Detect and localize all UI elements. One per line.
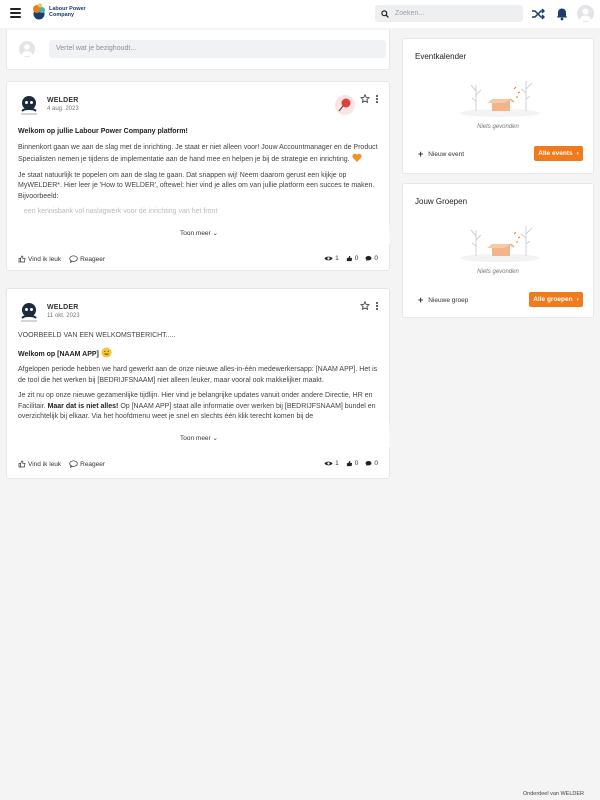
logo-text: Labour Power Company <box>49 6 86 18</box>
empty-box-illustration <box>460 81 540 117</box>
show-more-label: Toon meer <box>180 230 211 237</box>
chevron-down-icon: ⌄ <box>212 230 218 237</box>
thumbs-up-filled-icon <box>346 255 352 262</box>
comment-icon <box>69 460 78 468</box>
thumbs-up-icon <box>18 255 26 263</box>
company-logo[interactable]: Labour Power Company <box>32 3 89 21</box>
reply-button[interactable]: Reageer <box>69 460 105 468</box>
new-event-button[interactable]: + Nieuw event <box>418 149 464 159</box>
like-button[interactable]: Vind ik leuk <box>18 460 61 468</box>
chevron-right-icon: › <box>576 296 579 303</box>
orange-heart-icon <box>351 153 362 162</box>
welder-avatar-icon <box>21 96 37 115</box>
footer-text: Onderdeel van WELDER <box>522 791 584 797</box>
more-options-icon[interactable] <box>374 301 380 311</box>
bell-icon[interactable] <box>555 7 569 21</box>
eye-icon <box>324 256 333 261</box>
user-avatar[interactable] <box>577 5 594 22</box>
pin-icon <box>335 95 355 115</box>
post-actions: Vind ik leuk Reageer <box>18 460 105 468</box>
plus-icon: + <box>418 149 424 159</box>
post-title: Welkom op [NAAM APP] <box>18 350 99 358</box>
widget-title: Jouw Groepen <box>415 197 468 206</box>
all-groups-button[interactable]: Alle groepen › <box>529 292 583 307</box>
post-author[interactable]: WELDER <box>47 97 79 104</box>
star-icon[interactable] <box>360 94 370 104</box>
text-fade <box>8 419 390 447</box>
post-body: Welkom op jullie Labour Power Company pl… <box>18 127 380 223</box>
all-events-label: Alle events <box>538 150 573 157</box>
post-stats: 1 0 0 <box>324 460 378 467</box>
comment-filled-icon <box>365 256 372 262</box>
all-events-button[interactable]: Alle events › <box>534 146 583 161</box>
search-box[interactable] <box>375 5 523 22</box>
post-intro: VOORBEELD VAN EEN WELKOMSTBERICHT..... <box>18 332 176 339</box>
all-groups-label: Alle groepen <box>533 296 573 303</box>
new-group-label: Nieuwe groep <box>428 296 469 304</box>
likes-count: 0 <box>354 255 359 262</box>
likes-count: 0 <box>354 460 359 467</box>
show-more-button[interactable]: Toon meer ⌄ <box>169 434 229 442</box>
like-label: Vind ik leuk <box>28 460 62 468</box>
groups-widget: Jouw Groepen Niets gevonden + Nieuwe gro… <box>402 183 594 318</box>
post-author[interactable]: WELDER <box>47 304 79 311</box>
star-icon[interactable] <box>360 301 370 311</box>
post-list-item: een kennisbank vol naslagwerk voor de in… <box>24 208 218 215</box>
post-date: 11 okt. 2023 <box>47 313 80 319</box>
thumbs-up-icon <box>18 460 26 468</box>
reply-label: Reageer <box>80 255 106 263</box>
more-options-icon[interactable] <box>374 94 380 104</box>
views-count: 1 <box>335 255 339 262</box>
views-count: 1 <box>335 460 339 467</box>
eye-icon <box>324 461 333 466</box>
reply-label: Reageer <box>80 460 106 468</box>
like-button[interactable]: Vind ik leuk <box>18 255 61 263</box>
post-body: VOORBEELD VAN EEN WELKOMSTBERICHT..... W… <box>18 331 380 428</box>
logo-mark <box>33 3 45 20</box>
show-more-label: Toon meer <box>180 435 211 442</box>
comments-count: 0 <box>374 460 378 467</box>
comment-icon <box>69 255 78 263</box>
comment-filled-icon <box>365 461 372 467</box>
post-actions: Vind ik leuk Reageer <box>18 255 105 263</box>
menu-icon[interactable] <box>10 8 21 18</box>
post-title: Welkom op jullie Labour Power Company pl… <box>18 128 188 135</box>
thumbs-up-filled-icon <box>346 460 352 467</box>
composer-input[interactable]: Vertel wat je bezighoudt... <box>49 40 386 58</box>
widget-title: Eventkalender <box>415 52 467 61</box>
event-calendar-widget: Eventkalender Niets gevonden + Nieuw eve… <box>402 38 594 174</box>
empty-state-text: Niets gevonden <box>477 269 519 275</box>
comments-count: 0 <box>374 255 378 262</box>
post-stats: 1 0 0 <box>324 255 378 262</box>
empty-box-illustration <box>460 226 540 262</box>
top-header: Labour Power Company <box>0 0 600 28</box>
post-date: 4 aug. 2023 <box>47 106 79 112</box>
post-paragraph: Binnenkort gaan we aan de slag met de in… <box>18 143 378 164</box>
like-label: Vind ik leuk <box>28 255 62 263</box>
shuffle-icon[interactable] <box>531 7 545 21</box>
show-more-button[interactable]: Toon meer ⌄ <box>169 229 229 237</box>
chevron-down-icon: ⌄ <box>212 435 218 442</box>
composer-avatar <box>19 41 35 57</box>
reply-button[interactable]: Reageer <box>69 255 105 263</box>
plus-icon: + <box>418 295 424 305</box>
new-group-button[interactable]: + Nieuwe groep <box>418 295 468 305</box>
post-emphasis: Maar dat is niet alles! <box>47 402 119 410</box>
empty-state-text: Niets gevonden <box>477 124 519 130</box>
post-paragraph: Afgelopen periode hebben we hard gewerkt… <box>18 366 378 384</box>
welder-avatar-icon <box>21 303 37 322</box>
post-paragraph: Je staat natuurlijk te popelen om aan de… <box>18 171 375 200</box>
search-icon <box>381 9 389 18</box>
new-event-label: Nieuw event <box>428 150 465 158</box>
smiley-emoji-icon <box>101 346 112 358</box>
chevron-right-icon: › <box>576 150 579 157</box>
timeline-post: WELDER 11 okt. 2023 VOORBEELD VAN EEN WE… <box>6 288 390 479</box>
user-icon <box>579 8 592 21</box>
search-input[interactable] <box>395 10 515 17</box>
post-composer: Vertel wat je bezighoudt... <box>6 30 390 70</box>
timeline-post: WELDER 4 aug. 2023 Welkom op jullie Labo… <box>6 81 390 271</box>
